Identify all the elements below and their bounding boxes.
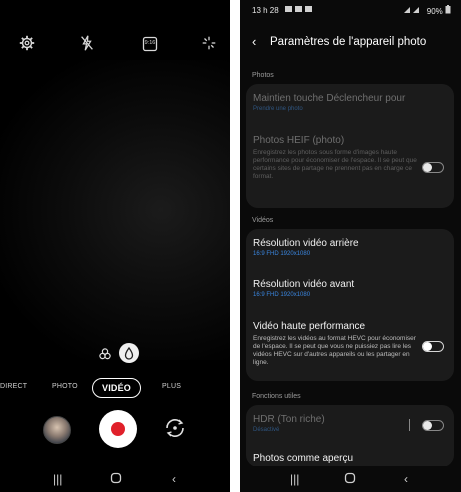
mode-direct[interactable]: DIRECT xyxy=(0,383,27,390)
navigation-bar: ||| ‹ xyxy=(0,466,230,492)
page-title: Paramètres de l'appareil photo xyxy=(270,36,427,48)
setting-title: Maintien touche Déclencheur pour xyxy=(253,93,406,104)
heif-toggle[interactable] xyxy=(422,162,444,173)
back-nav-icon[interactable]: ‹ xyxy=(172,472,176,486)
ratio-icon[interactable]: 9:16 xyxy=(140,34,160,54)
status-bar: 13 h 28 90% xyxy=(252,5,451,17)
setting-front-resolution[interactable]: Résolution vidéo avant 16:9 FHD 1920x108… xyxy=(253,279,423,299)
record-dot xyxy=(111,422,125,436)
setting-shutter-hold[interactable]: Maintien touche Déclencheur pour Prendre… xyxy=(253,93,423,113)
camera-screen: 9:16 DIRECT PHOTO VIDÉO PLUS ||| ‹ xyxy=(0,0,230,492)
gear-icon[interactable] xyxy=(18,34,38,54)
battery-percent: 90% xyxy=(426,7,443,16)
setting-value: 16:9 FHD 1920x1080 xyxy=(253,292,311,298)
ratio-label: 9:16 xyxy=(144,40,156,46)
setting-title: Photos comme aperçu xyxy=(253,453,354,464)
notification-icons xyxy=(284,6,313,15)
setting-rear-resolution[interactable]: Résolution vidéo arrière 16:9 FHD 1920x1… xyxy=(253,238,423,258)
setting-title: Vidéo haute performance xyxy=(253,321,366,332)
filter-icons xyxy=(95,343,155,366)
toggle-divider xyxy=(409,419,410,431)
setting-title: Résolution vidéo arrière xyxy=(253,238,359,249)
toggle-knob xyxy=(423,163,432,172)
settings-screen: 13 h 28 90% ‹ Paramètres de l'appareil p… xyxy=(240,0,461,492)
camera-top-bar: 9:16 xyxy=(0,34,230,54)
setting-title: Photos HEIF (photo) xyxy=(253,135,345,146)
gallery-thumbnail[interactable] xyxy=(43,416,71,444)
settings-header: ‹ Paramètres de l'appareil photo xyxy=(252,34,451,52)
setting-description: Enregistrez les vidéos au format HEVC po… xyxy=(253,335,416,366)
recent-apps-icon[interactable]: ||| xyxy=(53,472,62,486)
card-videos: Résolution vidéo arrière 16:9 FHD 1920x1… xyxy=(246,229,454,381)
setting-value: Désactivé xyxy=(253,427,280,433)
back-arrow-icon[interactable]: ‹ xyxy=(252,34,256,49)
hevc-toggle[interactable] xyxy=(422,341,444,352)
viewfinder[interactable] xyxy=(0,60,230,360)
setting-value: 16:9 FHD 1920x1080 xyxy=(253,251,311,257)
switch-camera-icon[interactable] xyxy=(163,416,187,440)
toggle-knob xyxy=(423,421,432,430)
mode-plus[interactable]: PLUS xyxy=(162,383,181,390)
camera-mode-bar: DIRECT PHOTO VIDÉO PLUS xyxy=(0,378,230,400)
mode-video[interactable]: VIDÉO xyxy=(92,378,142,398)
setting-heif[interactable]: Photos HEIF (photo) Enregistrez les phot… xyxy=(253,135,421,181)
record-button[interactable] xyxy=(99,410,137,448)
mode-photo[interactable]: PHOTO xyxy=(52,383,78,390)
setting-hdr[interactable]: HDR (Ton riche) Désactivé xyxy=(253,414,423,434)
setting-title: HDR (Ton riche) xyxy=(253,414,325,425)
setting-hevc[interactable]: Vidéo haute performance Enregistrez les … xyxy=(253,321,421,367)
signal-icon xyxy=(403,7,427,16)
recent-apps-icon[interactable]: ||| xyxy=(290,472,299,486)
beauty-icon[interactable] xyxy=(119,343,139,363)
back-nav-icon[interactable]: ‹ xyxy=(404,472,408,486)
section-videos: Vidéos xyxy=(252,217,274,224)
section-utilities: Fonctions utiles xyxy=(252,393,301,400)
filter-icon[interactable] xyxy=(98,347,112,366)
setting-title: Résolution vidéo avant xyxy=(253,279,355,290)
hdr-toggle[interactable] xyxy=(422,420,444,431)
toggle-knob xyxy=(423,342,432,351)
home-icon[interactable] xyxy=(344,472,356,487)
setting-value: Prendre une photo xyxy=(253,106,303,112)
battery-icon xyxy=(445,5,451,16)
section-photos: Photos xyxy=(252,72,274,79)
camera-controls xyxy=(0,408,230,458)
home-icon[interactable] xyxy=(110,472,122,487)
effects-icon[interactable] xyxy=(200,34,220,54)
navigation-bar: ||| ‹ xyxy=(240,466,461,492)
flash-off-icon[interactable] xyxy=(78,34,98,54)
card-utilities: HDR (Ton riche) Désactivé Photos comme a… xyxy=(246,405,454,467)
setting-preview[interactable]: Photos comme aperçu xyxy=(253,453,423,465)
card-photos: Maintien touche Déclencheur pour Prendre… xyxy=(246,84,454,208)
status-time: 13 h 28 xyxy=(252,6,279,15)
setting-description: Enregistrez les photos sous forme d'imag… xyxy=(253,149,417,180)
